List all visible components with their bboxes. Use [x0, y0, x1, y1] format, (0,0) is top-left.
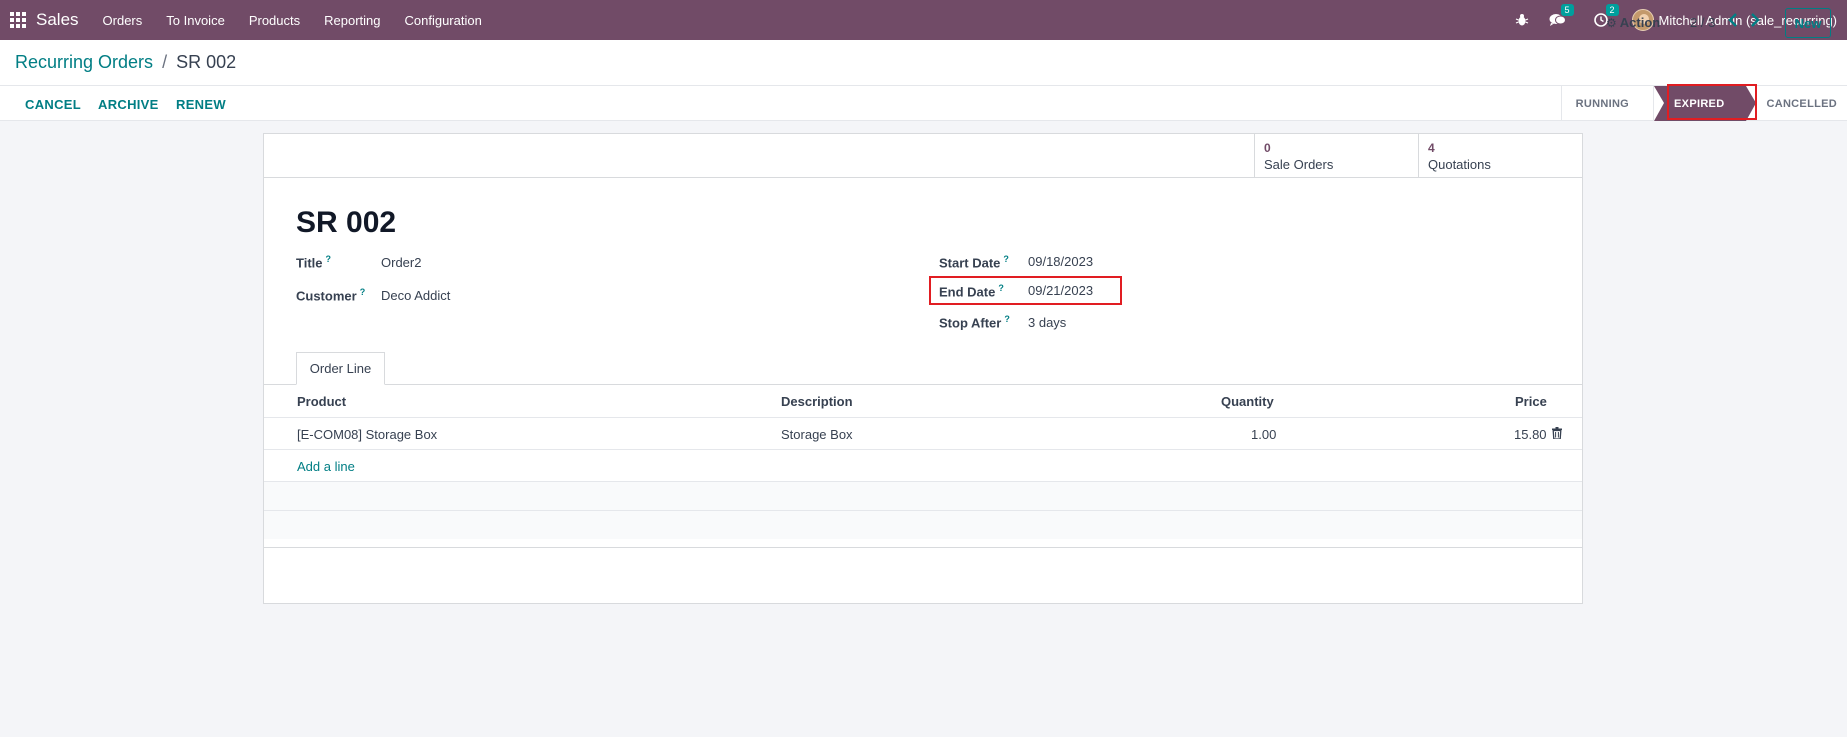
action-label: Action: [1619, 15, 1661, 30]
help-icon[interactable]: ?: [1003, 254, 1009, 264]
trash-icon[interactable]: [1552, 427, 1562, 440]
sale-orders-stat-button[interactable]: 0 Sale Orders: [1254, 134, 1418, 178]
help-icon[interactable]: ?: [360, 287, 366, 297]
new-button[interactable]: New: [1785, 8, 1831, 38]
column-header-product[interactable]: Product: [297, 394, 346, 409]
archive-button[interactable]: ARCHIVE: [98, 97, 159, 112]
customer-label: Customer?: [296, 287, 366, 304]
sale-orders-label: Sale Orders: [1264, 157, 1334, 172]
breadcrumb-current: SR 002: [176, 52, 237, 72]
messages-badge: 5: [1560, 4, 1574, 16]
customer-field[interactable]: Deco Addict: [381, 288, 450, 303]
status-bar: CANCEL ARCHIVE RENEW RUNNING EXPIRED CAN…: [0, 86, 1847, 121]
add-line-link[interactable]: Add a line: [297, 459, 355, 474]
bug-icon[interactable]: [1515, 13, 1529, 27]
column-header-description[interactable]: Description: [781, 394, 853, 409]
cell-quantity[interactable]: 1.00: [1251, 427, 1276, 442]
app-brand[interactable]: Sales: [36, 10, 91, 30]
quotations-label: Quotations: [1428, 157, 1491, 172]
cell-product[interactable]: [E-COM08] Storage Box: [297, 427, 437, 442]
breadcrumb: Recurring Orders / SR 002: [15, 52, 236, 73]
title-label: Title?: [296, 254, 332, 271]
pager-value[interactable]: 2 / 3: [1690, 15, 1715, 30]
start-date-field[interactable]: 09/18/2023: [1028, 254, 1093, 269]
breadcrumb-separator: /: [162, 52, 168, 72]
menu-reporting[interactable]: Reporting: [312, 13, 392, 28]
chevron-left-icon[interactable]: [1728, 13, 1738, 32]
stage-running[interactable]: RUNNING: [1560, 86, 1653, 121]
menu-configuration[interactable]: Configuration: [393, 13, 494, 28]
highlight-box-end-date: [929, 276, 1122, 305]
help-icon[interactable]: ?: [326, 254, 332, 264]
help-icon[interactable]: ?: [1004, 314, 1010, 324]
quotations-count: 4: [1428, 141, 1435, 155]
empty-row: [264, 511, 1582, 539]
smart-button-box: 0 Sale Orders 4 Quotations: [264, 134, 1582, 178]
row-divider: [264, 417, 1582, 418]
menu-to-invoice[interactable]: To Invoice: [154, 13, 237, 28]
control-panel: Recurring Orders / SR 002: [0, 40, 1847, 86]
breadcrumb-parent[interactable]: Recurring Orders: [15, 52, 153, 72]
stop-after-label: Stop After?: [939, 314, 1010, 331]
tab-order-line[interactable]: Order Line: [296, 352, 385, 385]
column-header-quantity[interactable]: Quantity: [1221, 394, 1274, 409]
top-navbar: Sales Orders To Invoice Products Reporti…: [0, 0, 1847, 40]
table-footer-divider: [264, 547, 1582, 548]
action-button[interactable]: ⚙ Action: [1606, 15, 1660, 30]
sale-orders-count: 0: [1264, 141, 1271, 155]
chevron-right-icon[interactable]: [1750, 13, 1760, 32]
tab-divider: [264, 384, 1582, 385]
cell-description[interactable]: Storage Box: [781, 427, 853, 442]
title-field[interactable]: Order2: [381, 255, 421, 270]
record-title: SR 002: [296, 206, 397, 239]
highlight-box-stage: [1667, 84, 1757, 120]
menu-orders[interactable]: Orders: [91, 13, 155, 28]
stop-after-field[interactable]: 3 days: [1028, 315, 1066, 330]
start-date-label: Start Date?: [939, 254, 1009, 271]
renew-button[interactable]: RENEW: [176, 97, 226, 112]
form-sheet: 0 Sale Orders 4 Quotations SR 002 Title?…: [263, 133, 1583, 604]
menu-products[interactable]: Products: [237, 13, 312, 28]
apps-grid-icon[interactable]: [0, 0, 36, 40]
gear-icon: ⚙: [1606, 15, 1617, 30]
quotations-stat-button[interactable]: 4 Quotations: [1418, 134, 1582, 178]
column-header-price[interactable]: Price: [1515, 394, 1547, 409]
empty-row: [264, 482, 1582, 510]
cell-price[interactable]: 15.80: [1514, 427, 1547, 442]
cancel-button[interactable]: CANCEL: [25, 97, 81, 112]
chat-icon[interactable]: 5: [1549, 4, 1574, 27]
row-divider: [264, 449, 1582, 450]
stage-cancelled[interactable]: CANCELLED: [1746, 86, 1847, 121]
